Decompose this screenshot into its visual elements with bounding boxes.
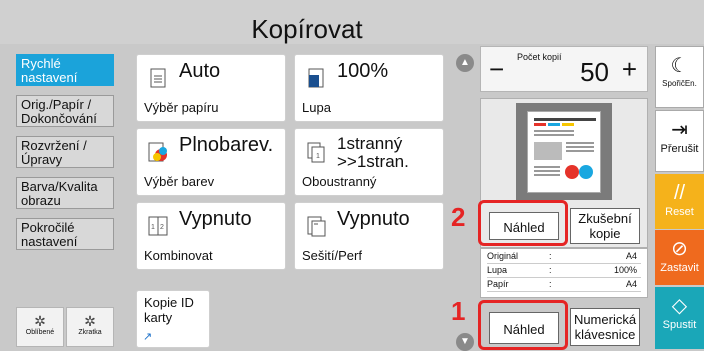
test-copy-button[interactable]: Zkušební kopie — [570, 208, 640, 244]
sidebar-item-label: Rychlé nastavení — [21, 56, 78, 85]
shortcut-button[interactable]: ✲ Zkratka — [66, 307, 114, 347]
scroll-down-icon[interactable]: ▼ — [456, 333, 474, 351]
staple-icon — [307, 216, 326, 237]
reset-icon: // — [673, 182, 686, 204]
callout-frame — [478, 200, 568, 246]
copy-screen: Kopírovat Rychlé nastavení Orig./Papír /… — [0, 0, 704, 351]
copies-control: − Počet kopií 50 + — [480, 46, 648, 92]
sidebar-item-label: Orig./Papír / Dokončování — [21, 97, 97, 126]
gear-icon: ✲ — [84, 313, 96, 329]
interrupt-button[interactable]: ⇥ Přerušit — [655, 110, 704, 172]
svg-text:2: 2 — [160, 224, 164, 231]
status-info: Originál: A4 Lupa:100% Papír: A4 — [480, 248, 648, 298]
combine-icon: 12 — [148, 216, 168, 236]
interrupt-icon: ⇥ — [671, 119, 688, 141]
paper-selection-tile[interactable]: Auto Výběr papíru — [136, 54, 286, 122]
color-selection-tile[interactable]: Plnobarev. Výběr barev — [136, 128, 286, 196]
sidebar-item-label: Pokročilé nastavení — [21, 220, 78, 249]
callout-number: 1 — [451, 296, 466, 326]
energy-saver-button[interactable]: ☾ SpořičEn. — [655, 46, 704, 108]
callout-frame — [478, 300, 568, 350]
duplex-icon: 1 — [307, 142, 325, 163]
numeric-keypad-button[interactable]: Numerická klávesnice — [570, 308, 640, 346]
duplex-tile[interactable]: 1 1stranný >>1stran. Oboustranný — [294, 128, 444, 196]
callout-number: 2 — [451, 202, 466, 232]
stop-icon: ⊘ — [671, 238, 688, 260]
sidebar-item-advanced[interactable]: Pokročilé nastavení — [16, 218, 114, 250]
shortcut-arrow-icon: ↗ — [143, 331, 153, 343]
sidebar-item-quick-settings[interactable]: Rychlé nastavení — [16, 54, 114, 86]
start-button[interactable]: ◇ Spustit — [655, 287, 704, 349]
zoom-tile[interactable]: 100% Lupa — [294, 54, 444, 122]
combine-tile[interactable]: 12 Vypnuto Kombinovat — [136, 202, 286, 270]
reset-button[interactable]: //Reset — [655, 174, 704, 229]
plus-button[interactable]: + — [622, 51, 637, 87]
favorites-button[interactable]: ✲ Oblíbené — [16, 307, 64, 347]
sidebar-item-color-quality[interactable]: Barva/Kvalita obrazu — [16, 177, 114, 209]
svg-text:1: 1 — [316, 153, 320, 160]
sidebar-item-label: Barva/Kvalita obrazu — [21, 179, 98, 208]
copies-value[interactable]: 50 — [580, 57, 609, 88]
staple-punch-tile[interactable]: Vypnuto Sešití/Perf — [294, 202, 444, 270]
color-icon — [148, 142, 167, 162]
sidebar-item-orig-paper[interactable]: Orig./Papír / Dokončování — [16, 95, 114, 127]
sidebar-item-layout[interactable]: Rozvržení /Úpravy — [16, 136, 114, 168]
id-card-copy-tile[interactable]: Kopie ID karty ↗ — [136, 290, 210, 348]
preview-image — [516, 103, 612, 200]
stop-button[interactable]: ⊘ Zastavit — [655, 230, 704, 285]
page-title: Kopírovat — [0, 0, 704, 44]
gear-icon: ✲ — [34, 313, 46, 329]
zoom-icon — [308, 68, 324, 88]
start-icon: ◇ — [671, 295, 688, 317]
minus-button[interactable]: − — [489, 51, 504, 87]
svg-text:1: 1 — [151, 224, 155, 231]
scroll-up-icon[interactable]: ▲ — [456, 54, 474, 72]
sidebar-item-label: Rozvržení /Úpravy — [21, 138, 87, 167]
moon-icon: ☾ — [670, 55, 689, 77]
paper-icon — [150, 68, 166, 88]
